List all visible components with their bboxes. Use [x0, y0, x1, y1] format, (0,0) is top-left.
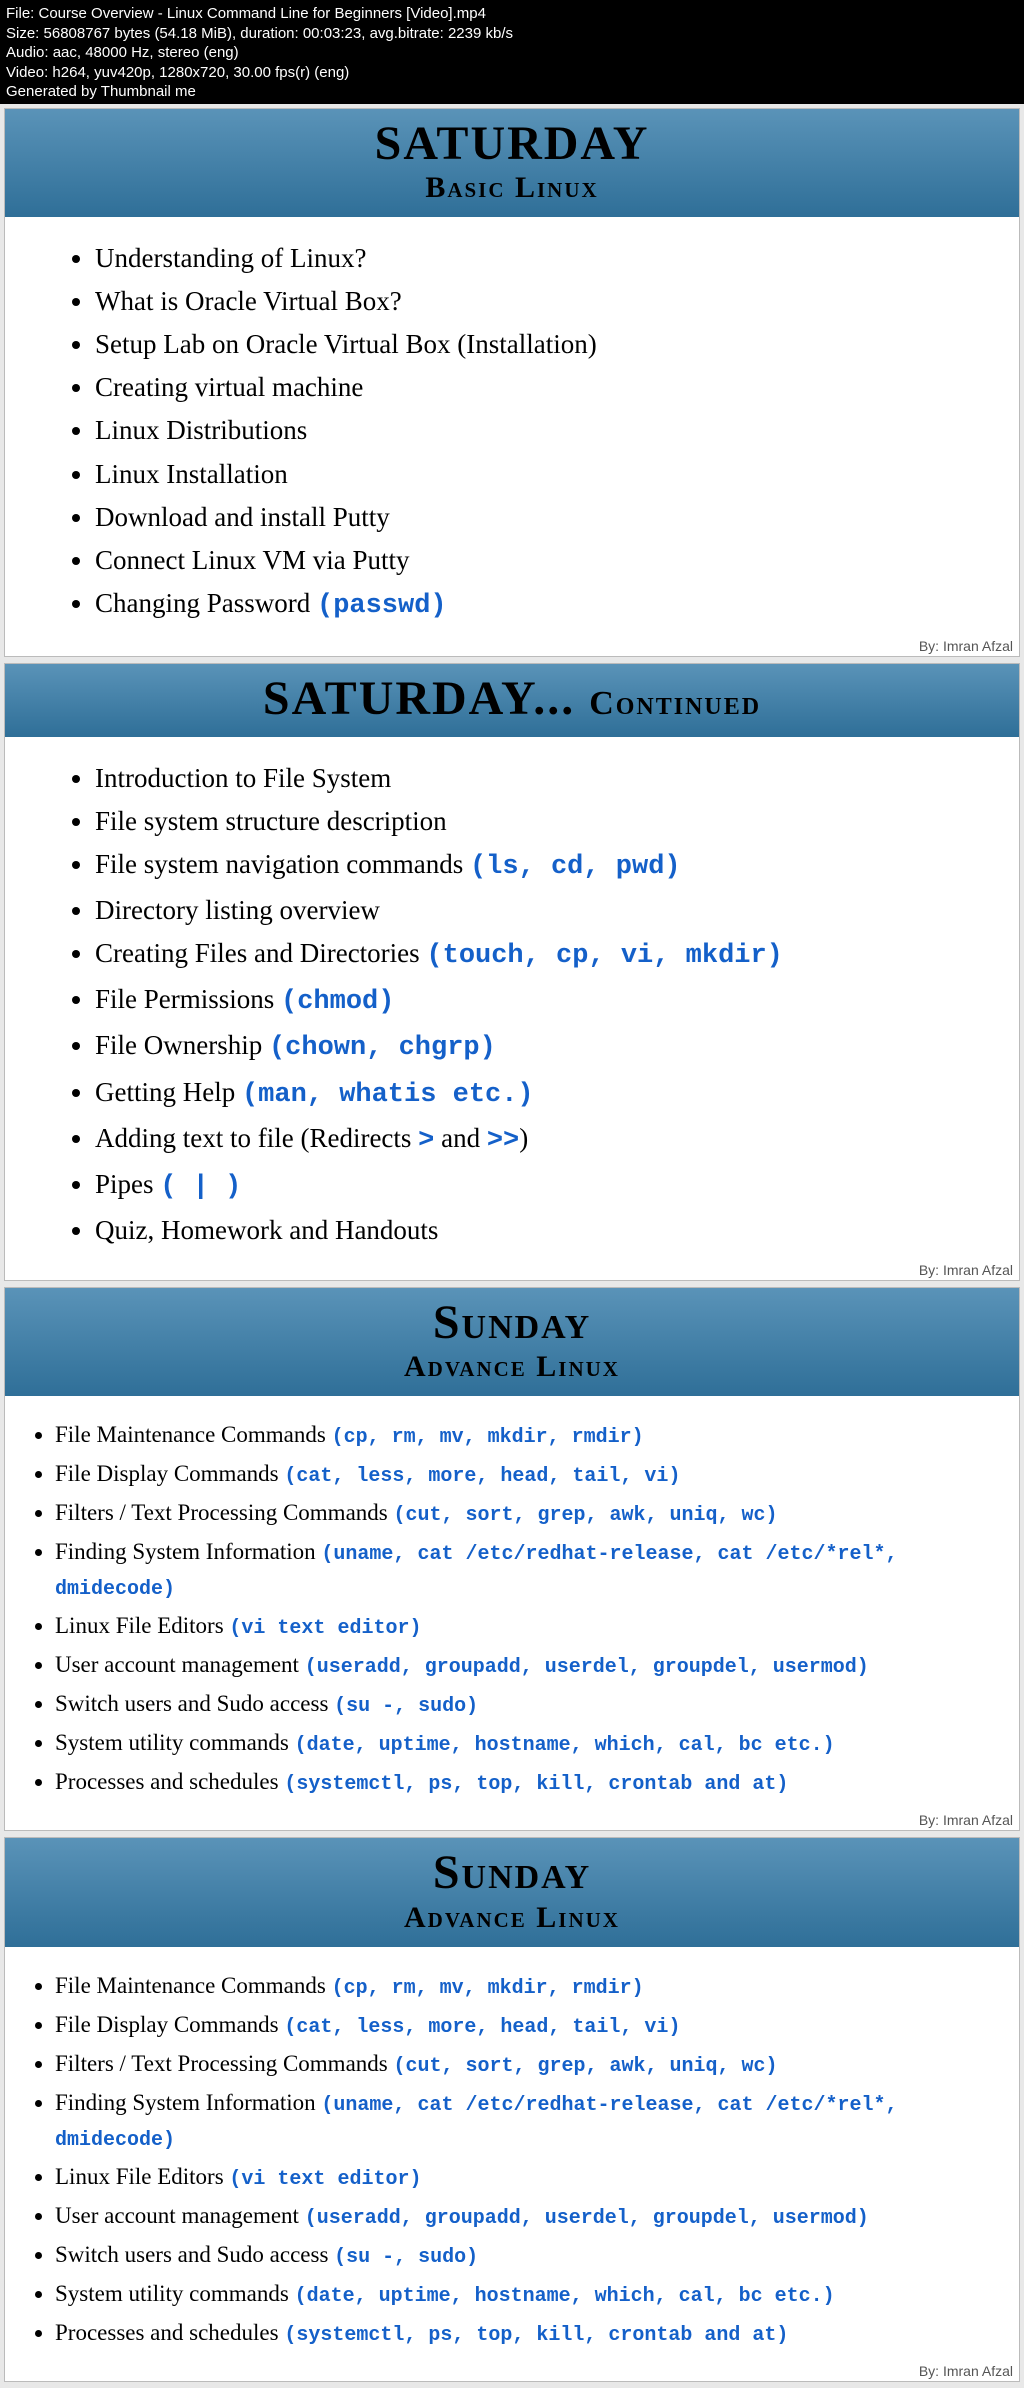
code-snippet: (useradd, groupadd, userdel, groupdel, u…: [305, 1656, 869, 1679]
topic-item: User account management (useradd, groupa…: [55, 2199, 959, 2234]
topic-item: System utility commands (date, uptime, h…: [55, 2277, 959, 2312]
code-snippet: ( | ): [160, 1172, 241, 1202]
topic-list: Understanding of Linux? What is Oracle Vi…: [95, 239, 959, 626]
topic-item: Linux Installation: [95, 455, 959, 494]
slide-title: SATURDAY: [5, 119, 1019, 169]
slide-title: Sunday: [5, 1848, 1019, 1898]
code-snippet: (chmod): [281, 987, 394, 1017]
topic-item: Connect Linux VM via Putty: [95, 541, 959, 580]
topic-item: Filters / Text Processing Commands (cut,…: [55, 1496, 959, 1531]
topic-item: Changing Password (passwd): [95, 584, 959, 626]
code-snippet: (su -, sudo): [334, 2246, 478, 2269]
code-snippet: (vi text editor): [229, 2168, 421, 2191]
topic-item: Linux File Editors (vi text editor): [55, 2160, 959, 2195]
slide: SundayAdvance Linux File Maintenance Comm…: [4, 1837, 1020, 2381]
code-snippet: (date, uptime, hostname, which, cal, bc …: [295, 2285, 835, 2308]
topic-list: File Maintenance Commands (cp, rm, mv, m…: [95, 1418, 959, 1800]
code-snippet: (uname, cat /etc/redhat-release, cat /et…: [55, 2094, 898, 2152]
topic-item: File system structure description: [95, 802, 959, 841]
code-snippet: (cp, rm, mv, mkdir, rmdir): [332, 1977, 644, 2000]
slide-title: Sunday: [5, 1298, 1019, 1348]
topic-item: System utility commands (date, uptime, h…: [55, 1726, 959, 1761]
topic-item: Switch users and Sudo access (su -, sudo…: [55, 2238, 959, 2273]
topic-item: Finding System Information (uname, cat /…: [55, 1535, 959, 1605]
slide-subtitle: Basic Linux: [5, 171, 1019, 205]
code-snippet: (cut, sort, grep, awk, uniq, wc): [394, 2055, 778, 2078]
topic-item: File Display Commands (cat, less, more, …: [55, 2008, 959, 2043]
topic-item: Creating virtual machine: [95, 368, 959, 407]
meta-file: File: Course Overview - Linux Command Li…: [6, 4, 1018, 24]
code-snippet: (chown, chgrp): [269, 1033, 496, 1063]
slide: SATURDAYBasic Linux Understanding of Linu…: [4, 108, 1020, 658]
code-snippet: (systemctl, ps, top, kill, crontab and a…: [284, 2324, 788, 2347]
topic-item: User account management (useradd, groupa…: [55, 1648, 959, 1683]
slide-credit: By: Imran Afzal: [919, 2363, 1013, 2379]
topic-item: Adding text to file (Redirects > and >>): [95, 1119, 959, 1161]
topic-item: File Display Commands (cat, less, more, …: [55, 1457, 959, 1492]
slide-subtitle: Advance Linux: [5, 1350, 1019, 1384]
topic-item: Getting Help (man, whatis etc.): [95, 1073, 959, 1115]
code-snippet: >: [418, 1126, 434, 1156]
slide-header: SATURDAYBasic Linux: [5, 109, 1019, 217]
slide-credit: By: Imran Afzal: [919, 638, 1013, 654]
topic-item: Linux File Editors (vi text editor): [55, 1609, 959, 1644]
code-snippet: (passwd): [317, 591, 447, 621]
slide-title: SATURDAY... Continued: [5, 674, 1019, 724]
topic-item: Introduction to File System: [95, 759, 959, 798]
slide-credit: By: Imran Afzal: [919, 1262, 1013, 1278]
code-snippet: (man, whatis etc.): [242, 1080, 534, 1110]
meta-audio: Audio: aac, 48000 Hz, stereo (eng): [6, 43, 1018, 63]
slide-header: SATURDAY... Continued: [5, 664, 1019, 736]
code-snippet: (cat, less, more, head, tail, vi): [284, 2016, 680, 2039]
topic-item: Download and install Putty: [95, 498, 959, 537]
topic-item: File Permissions (chmod): [95, 980, 959, 1022]
topic-item: File Maintenance Commands (cp, rm, mv, m…: [55, 1969, 959, 2004]
topic-item: Processes and schedules (systemctl, ps, …: [55, 2316, 959, 2351]
slide-credit: By: Imran Afzal: [919, 1812, 1013, 1828]
slide: SATURDAY... Continued Introduction to Fil…: [4, 663, 1020, 1281]
code-snippet: (systemctl, ps, top, kill, crontab and a…: [284, 1773, 788, 1796]
code-snippet: (cp, rm, mv, mkdir, rmdir): [332, 1426, 644, 1449]
topic-item: Filters / Text Processing Commands (cut,…: [55, 2047, 959, 2082]
topic-list: Introduction to File System File system s…: [95, 759, 959, 1251]
topic-item: File Maintenance Commands (cp, rm, mv, m…: [55, 1418, 959, 1453]
topic-item: Directory listing overview: [95, 891, 959, 930]
code-snippet: (cut, sort, grep, awk, uniq, wc): [394, 1504, 778, 1527]
code-snippet: >>: [487, 1126, 519, 1156]
topic-item: Switch users and Sudo access (su -, sudo…: [55, 1687, 959, 1722]
topic-item: File system navigation commands (ls, cd,…: [95, 845, 959, 887]
topic-item: Creating Files and Directories (touch, c…: [95, 934, 959, 976]
code-snippet: (uname, cat /etc/redhat-release, cat /et…: [55, 1543, 898, 1601]
slide-subtitle: Advance Linux: [5, 1901, 1019, 1935]
topic-item: Processes and schedules (systemctl, ps, …: [55, 1765, 959, 1800]
topic-item: Finding System Information (uname, cat /…: [55, 2086, 959, 2156]
code-snippet: (touch, cp, vi, mkdir): [426, 941, 782, 971]
code-snippet: (vi text editor): [229, 1617, 421, 1640]
code-snippet: (useradd, groupadd, userdel, groupdel, u…: [305, 2207, 869, 2230]
slide-header: SundayAdvance Linux: [5, 1288, 1019, 1396]
meta-size: Size: 56808767 bytes (54.18 MiB), durati…: [6, 24, 1018, 44]
slides-container: SATURDAYBasic Linux Understanding of Linu…: [0, 108, 1024, 2382]
topic-item: Understanding of Linux?: [95, 239, 959, 278]
topic-item: Pipes ( | ): [95, 1165, 959, 1207]
topic-item: Linux Distributions: [95, 411, 959, 450]
slide: SundayAdvance Linux File Maintenance Comm…: [4, 1287, 1020, 1831]
code-snippet: (date, uptime, hostname, which, cal, bc …: [295, 1734, 835, 1757]
topic-list: File Maintenance Commands (cp, rm, mv, m…: [95, 1969, 959, 2351]
topic-item: Setup Lab on Oracle Virtual Box (Install…: [95, 325, 959, 364]
topic-item: What is Oracle Virtual Box?: [95, 282, 959, 321]
code-snippet: (su -, sudo): [334, 1695, 478, 1718]
meta-generated: Generated by Thumbnail me: [6, 82, 1018, 102]
meta-video: Video: h264, yuv420p, 1280x720, 30.00 fp…: [6, 63, 1018, 83]
code-snippet: (ls, cd, pwd): [470, 852, 681, 882]
topic-item: File Ownership (chown, chgrp): [95, 1026, 959, 1068]
slide-header: SundayAdvance Linux: [5, 1838, 1019, 1946]
code-snippet: (cat, less, more, head, tail, vi): [284, 1465, 680, 1488]
video-metadata-header: File: Course Overview - Linux Command Li…: [0, 0, 1024, 104]
topic-item: Quiz, Homework and Handouts: [95, 1211, 959, 1250]
